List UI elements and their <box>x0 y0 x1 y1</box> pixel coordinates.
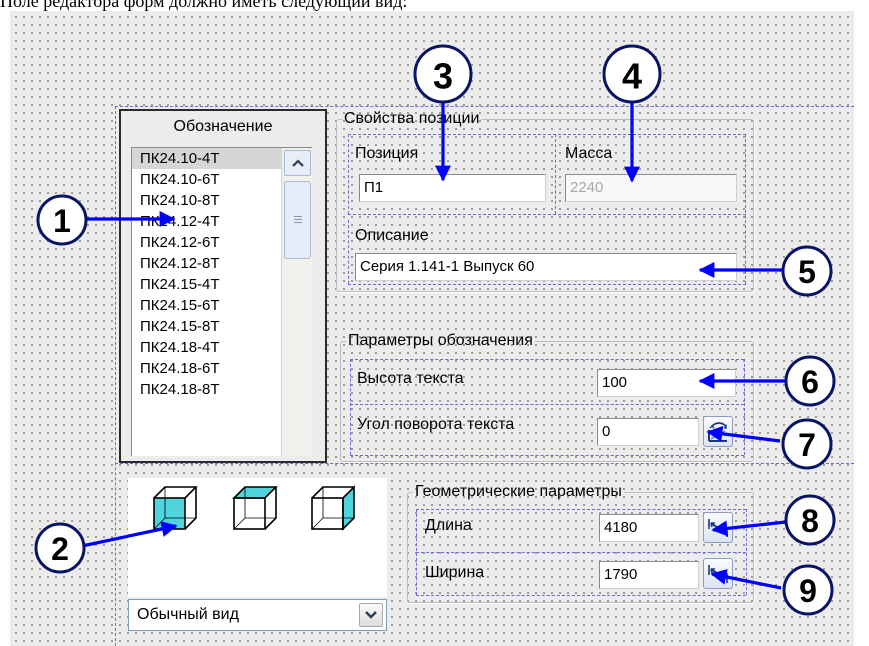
callout-number-8: 8 <box>801 503 819 539</box>
callout-number-3: 3 <box>433 56 453 97</box>
callout-number-4: 4 <box>622 56 642 97</box>
callout-arrow-2 <box>81 521 178 548</box>
callout-arrow-9 <box>710 569 782 590</box>
callout-number-7: 7 <box>798 427 816 463</box>
callout-arrow-7 <box>706 425 781 443</box>
callout-number-1: 1 <box>53 203 71 239</box>
callout-number-5: 5 <box>798 254 816 290</box>
callout-overlay: 1 2 3 4 5 6 7 8 9 <box>34 44 836 616</box>
callout-number-9: 9 <box>799 573 817 609</box>
callout-arrow-8 <box>711 520 787 537</box>
callout-number-2: 2 <box>51 531 69 567</box>
callout-number-6: 6 <box>801 364 819 400</box>
